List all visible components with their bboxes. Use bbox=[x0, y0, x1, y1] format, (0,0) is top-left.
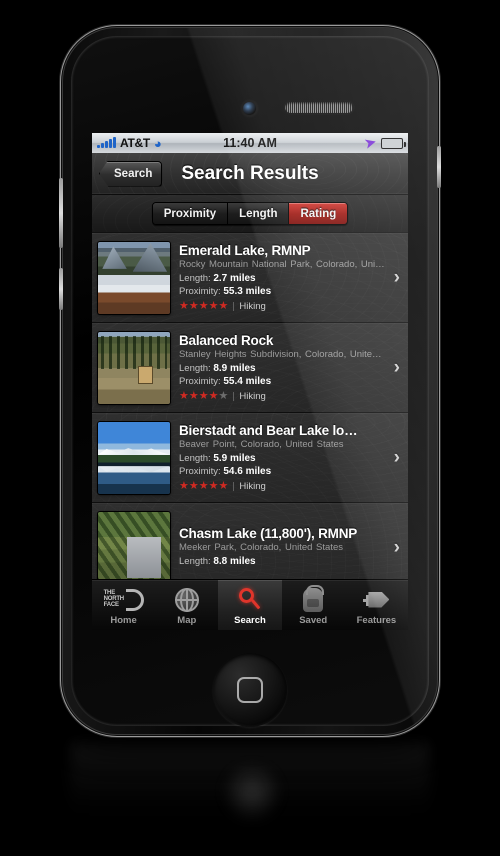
result-location: Rocky Mountain National Park, Colorado, … bbox=[179, 258, 385, 270]
segment-rating[interactable]: Rating bbox=[289, 203, 348, 224]
chevron-right-icon[interactable]: › bbox=[394, 537, 400, 559]
navigation-bar: Search Search Results bbox=[92, 153, 408, 195]
length-value: 8.8 miles bbox=[213, 556, 256, 568]
status-bar: AT&T ◕ 11:40 AM ➤ bbox=[92, 133, 408, 153]
volume-button[interactable] bbox=[59, 178, 63, 248]
volume-down-button[interactable] bbox=[59, 268, 63, 310]
table-row[interactable]: Bierstadt and Bear Lake lo… Beaver Point… bbox=[92, 413, 408, 503]
tab-map-label: Map bbox=[177, 614, 197, 626]
tab-home-label: Home bbox=[110, 614, 137, 626]
length-label: Length: bbox=[179, 272, 211, 284]
footer-divider bbox=[233, 392, 235, 402]
result-metrics: Length: 8.8 miles bbox=[179, 556, 388, 569]
chevron-right-icon[interactable]: › bbox=[394, 447, 400, 469]
back-button[interactable]: Search bbox=[99, 160, 163, 187]
tab-home[interactable]: THE NORTH FACE Home bbox=[92, 580, 155, 630]
status-bar-clock: 11:40 AM bbox=[223, 136, 277, 150]
earpiece-speaker bbox=[285, 102, 353, 113]
result-footer: ★ ★ ★ ★ ★ Hiking bbox=[179, 480, 388, 493]
proximity-value: 55.4 miles bbox=[223, 375, 272, 387]
sim-tray bbox=[437, 146, 441, 188]
back-button-label: Search bbox=[114, 167, 153, 180]
result-text-block: Bierstadt and Bear Lake lo… Beaver Point… bbox=[179, 423, 392, 493]
segment-length[interactable]: Length bbox=[228, 203, 290, 224]
result-location: Stanley Heights Subdivision, Colorado, U… bbox=[179, 348, 382, 360]
chevron-right-icon[interactable]: › bbox=[394, 357, 400, 379]
screenshot-stage: AT&T ◕ 11:40 AM ➤ Search Search Results bbox=[0, 0, 500, 856]
home-button-square-icon bbox=[237, 677, 263, 703]
proximity-value: 55.3 miles bbox=[223, 285, 272, 297]
length-label: Length: bbox=[179, 362, 211, 374]
result-metrics: Length: 5.9 miles Proximity: 54.6 miles bbox=[179, 453, 388, 479]
activity-label: Hiking bbox=[239, 391, 266, 403]
location-arrow-icon: ➤ bbox=[363, 133, 378, 152]
phone-screen: AT&T ◕ 11:40 AM ➤ Search Search Results bbox=[92, 133, 408, 630]
result-title: Bierstadt and Bear Lake lo… bbox=[179, 422, 358, 438]
proximity-label: Proximity: bbox=[179, 375, 221, 387]
tab-features-label: Features bbox=[356, 614, 397, 626]
result-title: Balanced Rock bbox=[179, 332, 274, 348]
activity-label: Hiking bbox=[239, 301, 266, 313]
search-results-list[interactable]: Emerald Lake, RMNP Rocky Mountain Nation… bbox=[92, 233, 408, 579]
result-thumbnail bbox=[98, 421, 170, 494]
tab-search-label: Search bbox=[234, 614, 266, 626]
proximity-label: Proximity: bbox=[179, 465, 221, 477]
backpack-icon bbox=[303, 584, 325, 613]
result-text-block: Emerald Lake, RMNP Rocky Mountain Nation… bbox=[179, 243, 392, 313]
result-location: Meeker Park, Colorado, United States bbox=[179, 542, 343, 554]
tab-saved[interactable]: Saved bbox=[282, 580, 345, 630]
length-value: 2.7 miles bbox=[213, 272, 256, 284]
tab-bar: THE NORTH FACE Home Map Search Saved Fea… bbox=[92, 579, 408, 630]
tab-saved-label: Saved bbox=[299, 614, 328, 626]
table-row[interactable]: Chasm Lake (11,800'), RMNP Meeker Park, … bbox=[92, 503, 408, 579]
star-rating: ★ ★ ★ ★ ★ bbox=[179, 480, 229, 493]
magnifier-icon bbox=[238, 587, 262, 613]
result-title: Chasm Lake (11,800'), RMNP bbox=[179, 526, 358, 542]
length-value: 8.9 miles bbox=[213, 362, 256, 374]
tab-map[interactable]: Map bbox=[155, 580, 218, 630]
table-row[interactable]: Emerald Lake, RMNP Rocky Mountain Nation… bbox=[92, 233, 408, 323]
star-rating: ★ ★ ★ ★ ★ bbox=[179, 390, 229, 403]
battery-icon bbox=[381, 137, 406, 149]
proximity-value: 54.6 miles bbox=[223, 465, 272, 477]
device-reflection-home-glow bbox=[222, 762, 282, 822]
tag-arrow-icon bbox=[363, 587, 390, 613]
tab-search[interactable]: Search bbox=[218, 580, 282, 630]
footer-divider bbox=[233, 482, 235, 492]
result-metrics: Length: 8.9 miles Proximity: 55.4 miles bbox=[179, 363, 388, 389]
proximity-label: Proximity: bbox=[179, 285, 221, 297]
table-row[interactable]: Balanced Rock Stanley Heights Subdivisio… bbox=[92, 323, 408, 413]
length-label: Length: bbox=[179, 556, 211, 568]
result-text-block: Chasm Lake (11,800'), RMNP Meeker Park, … bbox=[179, 526, 392, 569]
globe-icon bbox=[174, 587, 199, 613]
chevron-right-icon[interactable]: › bbox=[394, 267, 400, 289]
tab-features[interactable]: Features bbox=[345, 580, 408, 630]
status-bar-right: ➤ bbox=[363, 133, 406, 152]
footer-divider bbox=[233, 302, 235, 312]
activity-label: Hiking bbox=[239, 481, 266, 493]
result-footer: ★ ★ ★ ★ ★ Hiking bbox=[179, 300, 388, 313]
result-location: Beaver Point, Colorado, United States bbox=[179, 438, 344, 450]
result-metrics: Length: 2.7 miles Proximity: 55.3 miles bbox=[179, 273, 388, 299]
length-label: Length: bbox=[179, 452, 211, 464]
north-face-logo-icon: THE NORTH FACE bbox=[104, 587, 144, 613]
home-button[interactable] bbox=[213, 653, 287, 727]
result-text-block: Balanced Rock Stanley Heights Subdivisio… bbox=[179, 333, 392, 403]
front-camera bbox=[243, 102, 256, 115]
iphone-device: AT&T ◕ 11:40 AM ➤ Search Search Results bbox=[59, 28, 441, 734]
star-rating: ★ ★ ★ ★ ★ bbox=[179, 300, 229, 313]
result-footer: ★ ★ ★ ★ ★ Hiking bbox=[179, 390, 388, 403]
segmented-control[interactable]: Proximity Length Rating bbox=[151, 202, 349, 225]
sort-control-bar: Proximity Length Rating bbox=[92, 195, 408, 233]
result-thumbnail bbox=[98, 241, 170, 314]
segment-proximity[interactable]: Proximity bbox=[152, 203, 229, 224]
length-value: 5.9 miles bbox=[213, 452, 256, 464]
result-thumbnail bbox=[98, 511, 170, 579]
result-thumbnail bbox=[98, 331, 170, 404]
result-title: Emerald Lake, RMNP bbox=[179, 242, 311, 258]
